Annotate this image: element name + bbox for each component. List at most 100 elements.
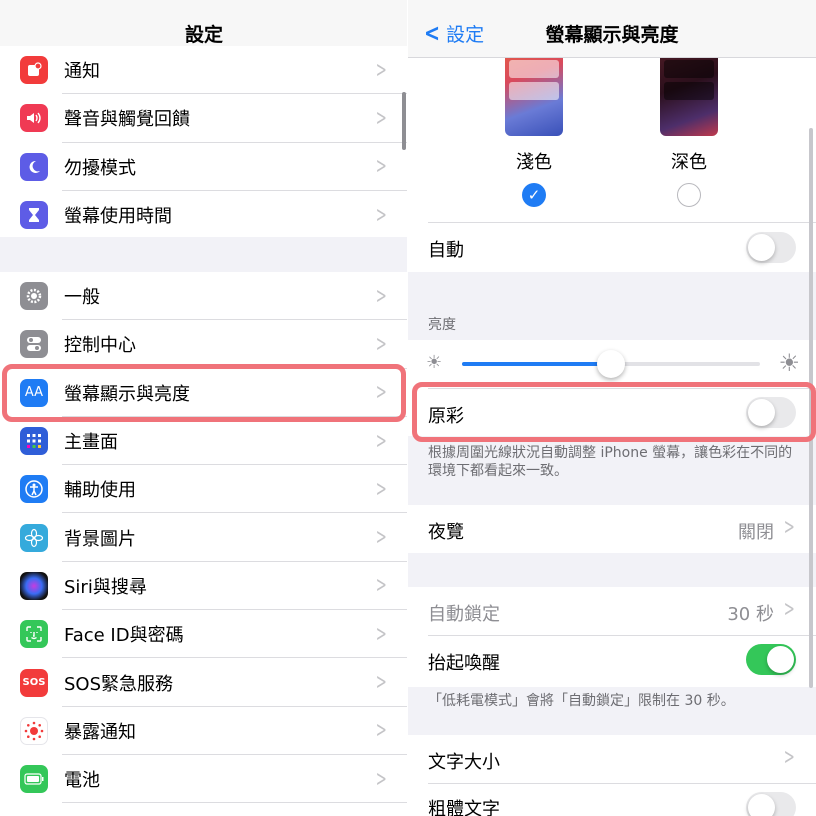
true-tone-footnote: 根據周圍光線狀況自動調整 iPhone 螢幕，讓色彩在不同的環境下都看起來一致。 (428, 445, 793, 479)
settings-item-control-center[interactable]: 控制中心 > (0, 320, 408, 369)
page-title: 螢幕顯示與亮度 (545, 24, 679, 46)
bold-text-toggle[interactable] (746, 792, 796, 816)
gear-icon (20, 282, 48, 311)
settings-item-battery[interactable]: 電池 > (0, 755, 408, 804)
text-section: 文字大小 > 粗體文字 (408, 735, 816, 816)
flower-icon (20, 523, 48, 552)
settings-item-label: 電池 (64, 770, 100, 792)
settings-item-exposure-notifications[interactable]: 暴露通知 > (0, 707, 408, 755)
sun-large-icon: ☀ (778, 349, 800, 377)
display-brightness-panel: 淺色 深色 ✓ 自動 亮度 ☀ ☀ 原彩 根據周圍光線狀況自動調整 iPhone… (408, 0, 816, 816)
chevron-right-icon: > (375, 766, 387, 792)
raise-to-wake-toggle[interactable] (746, 644, 796, 675)
brightness-header: 亮度 (428, 317, 456, 333)
chevron-right-icon: > (375, 718, 387, 744)
speaker-icon (20, 104, 48, 133)
row-divider (428, 222, 816, 223)
settings-item-label: 輔助使用 (64, 480, 136, 502)
low-power-footnote: 「低耗電模式」會將「自動鎖定」限制在 30 秒。 (428, 693, 735, 709)
auto-appearance-label: 自動 (428, 240, 464, 261)
moon-icon (20, 152, 48, 181)
settings-item-accessibility[interactable]: 輔助使用 > (0, 465, 408, 514)
settings-item-face-id[interactable]: Face ID與密碼 > (0, 610, 408, 659)
chevron-right-icon: > (783, 745, 795, 770)
settings-item-siri[interactable]: Siri與搜尋 > (0, 562, 408, 611)
chevron-right-icon: > (375, 670, 387, 696)
chevron-right-icon: > (375, 428, 387, 454)
settings-item-home-screen[interactable]: 主畫面 > (0, 417, 408, 466)
light-mode-label: 淺色 (516, 152, 552, 173)
chevron-right-icon: > (375, 57, 387, 83)
settings-item-do-not-disturb[interactable]: 勿擾模式 > (0, 143, 408, 191)
settings-item-label: 聲音與觸覺回饋 (64, 109, 190, 131)
brightness-slider-thumb[interactable] (597, 350, 625, 378)
settings-item-label: SOS緊急服務 (64, 673, 174, 695)
chevron-right-icon: > (375, 621, 387, 647)
settings-item-wallpaper[interactable]: 背景圖片 > (0, 513, 408, 562)
grid-icon (20, 427, 48, 456)
settings-item-label: 勿擾模式 (64, 157, 136, 179)
chevron-right-icon: > (783, 597, 795, 622)
chevron-right-icon: > (375, 476, 387, 502)
settings-panel: 設定 通知 > 聲音與觸覺回饋 > 勿擾模式 > 螢幕使用時間 > 一般 > 控… (0, 0, 408, 816)
settings-item-label: 背景圖片 (64, 528, 136, 550)
night-shift-row[interactable]: 夜覽 關閉 > (408, 505, 816, 553)
settings-item-label: Face ID與密碼 (64, 625, 184, 647)
settings-item-notifications[interactable]: 通知 > (0, 46, 408, 95)
siri-icon (20, 571, 48, 600)
chevron-right-icon: > (375, 525, 387, 551)
bell-icon (20, 56, 48, 85)
highlight-frame (2, 364, 406, 422)
auto-lock-label: 自動鎖定 (428, 604, 500, 625)
settings-item-general[interactable]: 一般 > (0, 272, 408, 321)
auto-lock-value: 30 秒 (727, 604, 774, 625)
night-shift-label: 夜覽 (428, 522, 464, 543)
accessibility-icon (20, 475, 48, 504)
toggles-icon (20, 330, 48, 359)
settings-item-label: 控制中心 (64, 335, 136, 357)
chevron-right-icon: > (375, 105, 387, 131)
dark-mode-label: 深色 (671, 152, 707, 173)
hourglass-icon (20, 201, 48, 230)
dark-mode-preview[interactable] (660, 52, 718, 136)
dark-mode-radio[interactable] (677, 183, 701, 207)
row-divider (428, 635, 816, 636)
sos-icon: SOS (20, 668, 48, 697)
highlight-frame (412, 382, 816, 442)
bold-text-label: 粗體文字 (428, 799, 500, 816)
auto-appearance-toggle[interactable] (746, 232, 796, 263)
settings-item-screen-time[interactable]: 螢幕使用時間 > (0, 191, 408, 239)
settings-item-emergency-sos[interactable]: SOS SOS緊急服務 > (0, 658, 408, 707)
sun-small-icon: ☀ (426, 352, 443, 373)
scrollbar[interactable] (402, 92, 406, 150)
appearance-section: 淺色 深色 ✓ 自動 (408, 52, 816, 272)
row-divider (62, 802, 408, 804)
display-navbar: < 設定 螢幕顯示與亮度 (408, 0, 816, 58)
brightness-slider-fill (462, 362, 611, 366)
chevron-right-icon: > (375, 202, 387, 228)
chevron-right-icon: > (375, 283, 387, 309)
page-title: 設定 (184, 24, 223, 46)
chevron-right-icon: > (375, 331, 387, 357)
battery-icon (20, 765, 48, 794)
settings-item-label: 一般 (64, 287, 100, 309)
face-id-icon (20, 620, 48, 649)
raise-to-wake-label: 抬起喚醒 (428, 653, 500, 674)
chevron-right-icon: > (375, 154, 387, 180)
lock-section: 自動鎖定 30 秒 > 抬起喚醒 (408, 587, 816, 687)
text-size-label: 文字大小 (428, 752, 500, 773)
night-shift-value: 關閉 (738, 522, 774, 543)
exposure-icon (20, 716, 48, 745)
brightness-slider-track[interactable] (462, 350, 760, 378)
settings-item-label: 通知 (64, 61, 100, 83)
settings-item-label: 暴露通知 (64, 721, 136, 743)
settings-item-label: 主畫面 (64, 432, 118, 454)
row-divider (428, 783, 816, 784)
chevron-right-icon: > (783, 515, 795, 540)
settings-item-label: Siri與搜尋 (64, 576, 147, 598)
settings-item-label: 螢幕使用時間 (64, 206, 172, 228)
light-mode-preview[interactable] (505, 52, 563, 136)
settings-group-2: 一般 > 控制中心 > AA 螢幕顯示與亮度 > 主畫面 > 輔助使用 > 背景… (0, 272, 408, 816)
light-mode-radio[interactable]: ✓ (522, 183, 546, 207)
settings-item-sounds[interactable]: 聲音與觸覺回饋 > (0, 94, 408, 143)
